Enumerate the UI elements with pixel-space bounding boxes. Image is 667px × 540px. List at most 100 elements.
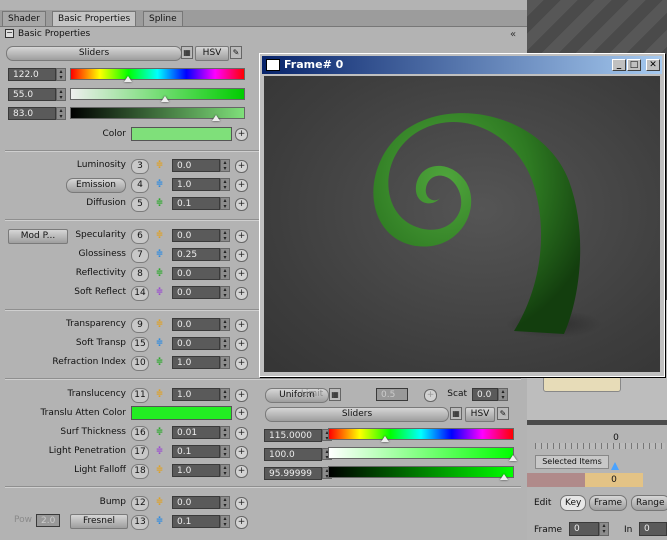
fresnel-value-field[interactable]: 0.1 — [172, 515, 220, 528]
reflectivity-add-button[interactable]: + — [235, 268, 248, 281]
tab-shader[interactable]: Shader — [2, 11, 46, 26]
translucency-color-mode-dropdown[interactable]: Sliders — [265, 407, 449, 422]
specularity-stepper[interactable]: ▴ ▾ — [220, 229, 230, 242]
surf-thickness-value-field[interactable]: 0.01 — [172, 426, 220, 439]
translucency-value-handle[interactable] — [500, 474, 508, 480]
translucency-add-button[interactable]: + — [235, 389, 248, 402]
hue-slider[interactable] — [70, 68, 245, 80]
soft-reflect-add-button[interactable]: + — [235, 287, 248, 300]
minimize-icon[interactable]: _ — [612, 59, 626, 71]
close-icon[interactable]: ✕ — [646, 59, 660, 71]
translucency-channel-number[interactable]: 11 — [131, 388, 149, 403]
glossiness-channel-number[interactable]: 7 — [131, 248, 149, 263]
emission-value-field[interactable]: 1.0 — [172, 178, 220, 191]
light-falloff-channel-number[interactable]: 18 — [131, 464, 149, 479]
value-value-field[interactable]: 83.0 — [8, 107, 56, 120]
color-mode-dropdown[interactable]: Sliders — [6, 46, 182, 61]
reflectivity-channel-number[interactable]: 8 — [131, 267, 149, 282]
link-icon[interactable]: ≑ — [155, 517, 164, 526]
luminosity-add-button[interactable]: + — [235, 160, 248, 173]
transparency-stepper[interactable]: ▴ ▾ — [220, 318, 230, 331]
translucency-value-field[interactable]: 1.0 — [172, 388, 220, 401]
refraction-index-channel-number[interactable]: 10 — [131, 356, 149, 371]
color-swatch[interactable] — [131, 127, 232, 141]
refraction-index-value-field[interactable]: 1.0 — [172, 356, 220, 369]
reflectivity-stepper[interactable]: ▴ ▾ — [220, 267, 230, 280]
bump-channel-number[interactable]: 12 — [131, 496, 149, 511]
atten-color-add-button[interactable]: + — [235, 407, 248, 420]
surf-thickness-channel-number[interactable]: 16 — [131, 426, 149, 441]
bump-value-field[interactable]: 0.0 — [172, 496, 220, 509]
luminosity-channel-number[interactable]: 3 — [131, 159, 149, 174]
maximize-icon[interactable]: □ — [627, 59, 641, 71]
fresnel-stepper[interactable]: ▴ ▾ — [220, 515, 230, 528]
emission-channel-number[interactable]: 4 — [131, 178, 149, 193]
luminosity-value-field[interactable]: 0.0 — [172, 159, 220, 172]
saturation-value-field[interactable]: 55.0 — [8, 88, 56, 101]
translucency-stepper[interactable]: ▴ ▾ — [220, 388, 230, 401]
link-icon[interactable]: ≑ — [155, 498, 164, 507]
link-icon[interactable]: ≑ — [155, 288, 164, 297]
glossiness-value-field[interactable]: 0.25 — [172, 248, 220, 261]
link-icon[interactable]: ≑ — [155, 466, 164, 475]
transparency-add-button[interactable]: + — [235, 319, 248, 332]
soft-transp-channel-number[interactable]: 15 — [131, 337, 149, 352]
link-icon[interactable]: ≑ — [155, 320, 164, 329]
collapse-icon[interactable]: − — [5, 29, 14, 38]
timeline-cursor-icon[interactable] — [611, 462, 619, 470]
color-mode-grid-icon[interactable]: ▦ — [181, 46, 193, 59]
pow-field[interactable]: 2.0 — [36, 514, 60, 527]
tab-spline[interactable]: Spline — [143, 11, 183, 26]
color-add-button[interactable]: + — [235, 128, 248, 141]
in-field[interactable]: 0 — [639, 522, 667, 536]
specularity-channel-number[interactable]: 6 — [131, 229, 149, 244]
soft-transp-add-button[interactable]: + — [235, 338, 248, 351]
soft-reflect-channel-number[interactable]: 14 — [131, 286, 149, 301]
fresnel-channel-number[interactable]: 13 — [131, 515, 149, 530]
specularity-value-field[interactable]: 0.0 — [172, 229, 220, 242]
link-icon[interactable]: ≑ — [155, 161, 164, 170]
saturation-slider[interactable] — [70, 88, 245, 100]
translucency-saturation-slider[interactable] — [328, 447, 514, 459]
translucency-saturation-handle[interactable] — [509, 455, 517, 461]
selected-items-button[interactable]: Selected Items — [535, 455, 609, 469]
link-icon[interactable]: ≑ — [155, 358, 164, 367]
light-penetration-stepper[interactable]: ▴ ▾ — [220, 445, 230, 458]
bump-stepper[interactable]: ▴ ▾ — [220, 496, 230, 509]
light-falloff-stepper[interactable]: ▴ ▾ — [220, 464, 230, 477]
link-icon[interactable]: ≑ — [155, 390, 164, 399]
link-icon[interactable]: ≑ — [155, 250, 164, 259]
frame-window-titlebar[interactable]: Frame# 0 _ □ ✕ — [262, 56, 662, 74]
frame-stepper[interactable]: ▴ ▾ — [599, 522, 609, 536]
hue-slider-handle[interactable] — [124, 76, 132, 82]
translucency-hue-field[interactable]: 115.0000 — [264, 429, 322, 442]
reflectivity-value-field[interactable]: 0.0 — [172, 267, 220, 280]
tab-key[interactable]: Key — [560, 495, 587, 511]
translucency-grid-icon[interactable]: ▦ — [450, 407, 462, 420]
emission-button[interactable]: Emission — [66, 178, 126, 193]
key-frame-cell[interactable]: 0 — [585, 473, 643, 487]
soft-reflect-stepper[interactable]: ▴ ▾ — [220, 286, 230, 299]
translucency-value-field[interactable]: 95.99999 — [264, 467, 322, 480]
link-icon[interactable]: ≑ — [155, 231, 164, 240]
link-icon[interactable]: ≑ — [155, 428, 164, 437]
translucency-saturation-field[interactable]: 100.0 — [264, 448, 322, 461]
diffusion-channel-number[interactable]: 5 — [131, 197, 149, 212]
light-falloff-value-field[interactable]: 1.0 — [172, 464, 220, 477]
scat-stepper[interactable]: ▴ ▾ — [498, 388, 508, 401]
translucency-hue-handle[interactable] — [381, 436, 389, 442]
frame-field[interactable]: 0 — [569, 522, 599, 536]
emission-stepper[interactable]: ▴ ▾ — [220, 178, 230, 191]
link-icon[interactable]: ≑ — [155, 339, 164, 348]
tab-range[interactable]: Range — [631, 495, 667, 511]
translucency-eyedropper-icon[interactable]: ✎ — [497, 407, 509, 420]
saturation-slider-handle[interactable] — [161, 96, 169, 102]
translucency-hue-slider[interactable] — [328, 428, 514, 440]
tab-frame[interactable]: Frame — [589, 495, 628, 511]
collapse-arrows-icon[interactable]: « — [510, 28, 516, 41]
soft-reflect-value-field[interactable]: 0.0 — [172, 286, 220, 299]
frame-window[interactable]: Frame# 0 _ □ ✕ — [259, 53, 665, 377]
scat-field[interactable]: 0.0 — [472, 388, 498, 401]
luminosity-stepper[interactable]: ▴ ▾ — [220, 159, 230, 172]
link-icon[interactable]: ≑ — [155, 447, 164, 456]
